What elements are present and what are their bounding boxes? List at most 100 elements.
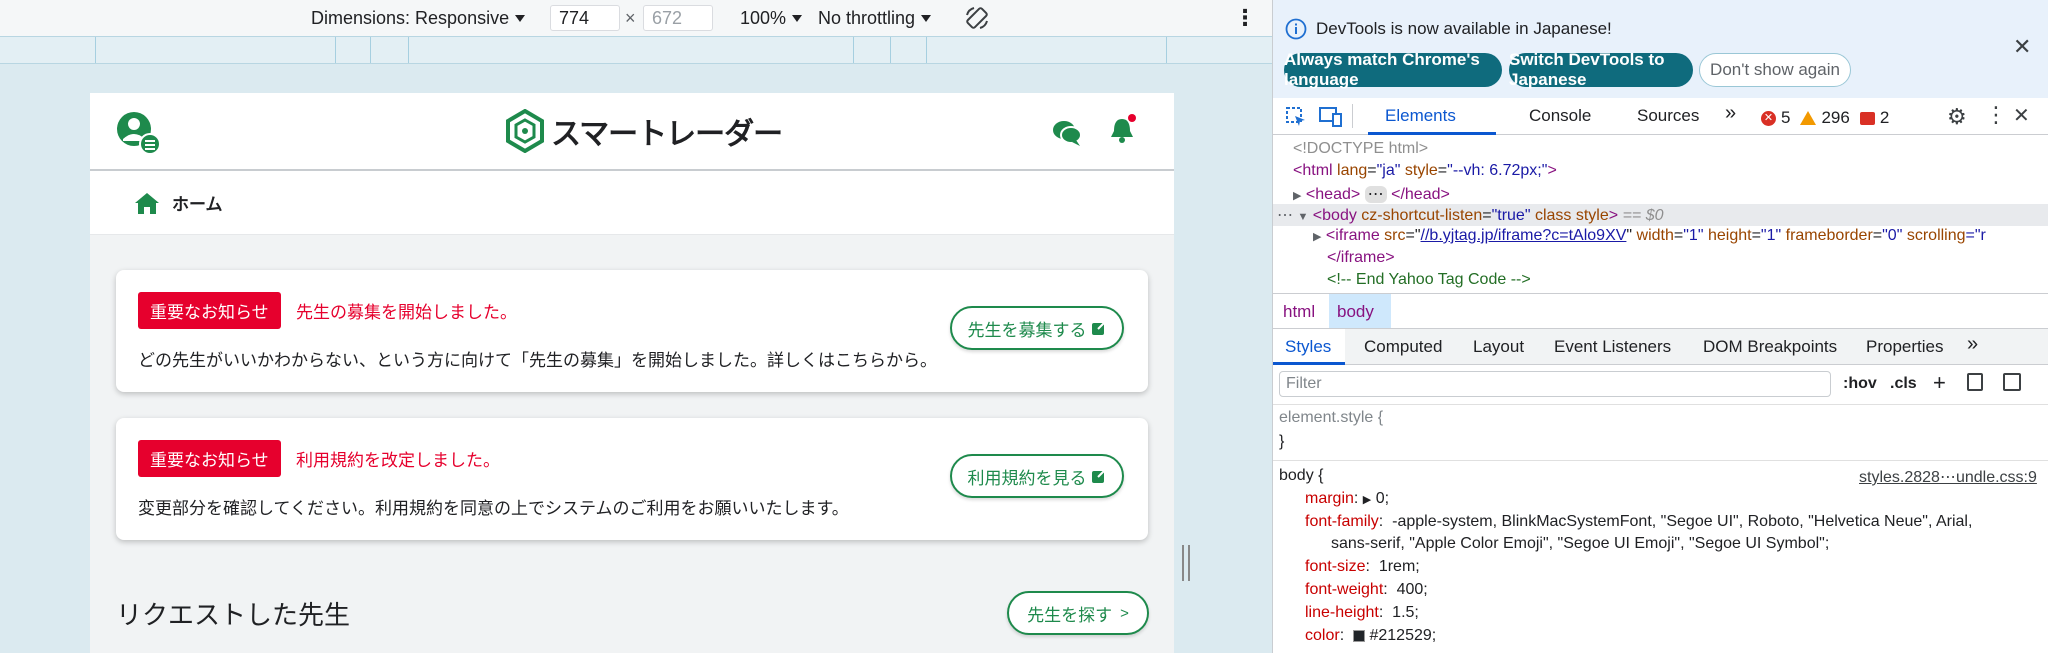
paint-brush-icon[interactable]: [1967, 373, 1983, 391]
element-style-rule[interactable]: element.style {: [1279, 409, 1383, 427]
prop-font-size[interactable]: font-size: 1rem;: [1305, 558, 1420, 576]
site-header: スマートレーダー: [90, 93, 1174, 171]
emulated-page: スマートレーダー ホーム 重要なお知らせ 先生の募集を開始しました。 どの先生が…: [90, 93, 1174, 653]
close-icon[interactable]: ✕: [2013, 34, 2031, 60]
view-terms-button[interactable]: 利用規約を見る: [950, 454, 1124, 498]
match-language-button[interactable]: Always match Chrome's language: [1284, 50, 1502, 89]
resize-handle[interactable]: [1182, 545, 1190, 581]
tab-styles[interactable]: Styles: [1285, 337, 1331, 357]
notice-body: 変更部分を確認してください。利用規約を同意の上でシステムのご利用をお願いいたしま…: [138, 499, 849, 518]
tab-properties[interactable]: Properties: [1866, 337, 1943, 357]
throttling-select[interactable]: No throttling: [818, 6, 932, 30]
more-subtabs-icon[interactable]: »: [1967, 333, 1978, 356]
head-node[interactable]: ▶ <head> ⋯ </head>: [1293, 184, 1450, 204]
body-node[interactable]: ⋯ ▼ <body cz-shortcut-listen="true" clas…: [1277, 205, 1664, 225]
width-input[interactable]: 774: [550, 5, 620, 31]
recruit-teacher-button[interactable]: 先生を募集する: [950, 306, 1124, 350]
tab-sources[interactable]: Sources: [1637, 106, 1699, 126]
language-infobar: DevTools is now available in Japanese! A…: [1273, 0, 2048, 98]
doctype-node[interactable]: <!DOCTYPE html>: [1293, 140, 1428, 158]
zoom-select[interactable]: 100%: [740, 6, 803, 30]
chat-icon[interactable]: [1052, 119, 1082, 147]
device-emulation-area: Dimensions: Responsive 774 × 672 100% No…: [0, 0, 1272, 653]
home-icon[interactable]: [134, 191, 160, 215]
prop-line-height[interactable]: line-height: 1.5;: [1305, 604, 1419, 622]
view-terms-label: 利用規約を見る: [967, 468, 1087, 488]
site-logo[interactable]: スマートレーダー: [505, 109, 783, 153]
devtools-tabs: Elements Console Sources » ✕ 5 296 2 ⚙ ⋮…: [1273, 98, 2048, 135]
more-options-icon[interactable]: ⋮: [1985, 102, 2007, 128]
sidebar-toggle-icon[interactable]: [2003, 373, 2021, 391]
tab-elements[interactable]: Elements: [1385, 106, 1456, 126]
error-icon: ✕: [1761, 110, 1776, 126]
breadcrumb: ホーム: [90, 171, 1174, 235]
find-teacher-label: 先生を探す: [1027, 605, 1113, 625]
tab-console[interactable]: Console: [1529, 106, 1591, 126]
add-rule-icon[interactable]: +: [1933, 370, 1946, 396]
color-swatch[interactable]: [1353, 629, 1366, 642]
logo-text: スマートレーダー: [551, 118, 783, 151]
prop-margin[interactable]: margin: ▶ 0;: [1305, 490, 1389, 508]
throttling-label: No throttling: [818, 7, 916, 28]
tab-layout[interactable]: Layout: [1473, 337, 1524, 357]
device-toggle-icon[interactable]: [1319, 106, 1343, 128]
more-tabs-icon[interactable]: »: [1725, 102, 1736, 125]
dimensions-select[interactable]: Dimensions: Responsive: [311, 6, 526, 30]
comment-node[interactable]: <!-- End Yahoo Tag Code -->: [1327, 271, 1531, 289]
source-link[interactable]: styles.2828⋯undle.css:9: [1859, 467, 2037, 487]
settings-gear-icon[interactable]: ⚙: [1947, 104, 1967, 130]
chevron-right-icon: >: [1120, 604, 1129, 622]
chevron-down-icon: [921, 14, 932, 22]
cls-toggle[interactable]: .cls: [1890, 375, 1917, 393]
warning-count: 296: [1821, 108, 1850, 127]
find-teacher-button[interactable]: 先生を探す >: [1007, 591, 1149, 635]
tab-computed[interactable]: Computed: [1364, 337, 1442, 357]
media-query-ruler: [0, 36, 1272, 64]
styles-pane: element.style { } body { styles.2828⋯und…: [1273, 405, 2048, 653]
styles-subtabs: Styles Computed Layout Event Listeners D…: [1273, 329, 2048, 365]
info-icon: [1285, 18, 1307, 40]
device-toolbar: Dimensions: Responsive 774 × 672 100% No…: [0, 0, 1272, 36]
crumb-body[interactable]: body: [1337, 302, 1374, 322]
dom-breadcrumbs: html body: [1273, 293, 2048, 329]
dont-show-button[interactable]: Don't show again: [1699, 53, 1851, 87]
error-count: 5: [1781, 108, 1791, 127]
issue-counters[interactable]: ✕ 5 296 2: [1761, 108, 1889, 128]
inspect-element-icon[interactable]: [1285, 106, 1307, 128]
section-title: リクエストした先生: [116, 600, 351, 630]
important-badge: 重要なお知らせ: [138, 292, 281, 329]
close-devtools-icon[interactable]: ✕: [2013, 103, 2030, 128]
breadcrumb-home[interactable]: ホーム: [172, 190, 223, 215]
html-node[interactable]: <html lang="ja" style="--vh: 6.72px;">: [1293, 162, 1557, 180]
rotate-icon[interactable]: [964, 6, 990, 30]
user-menu-icon[interactable]: [116, 111, 164, 159]
tab-dom-breakpoints[interactable]: DOM Breakpoints: [1703, 337, 1837, 357]
iframe-node[interactable]: ▶ <iframe src="//b.yjtag.jp/iframe?c=tAl…: [1313, 227, 1986, 245]
devtools-panel: DevTools is now available in Japanese! A…: [1272, 0, 2048, 653]
expand-arrow-icon: ▶: [1313, 231, 1322, 243]
switch-japanese-button[interactable]: Switch DevTools to Japanese: [1509, 50, 1693, 89]
zoom-label: 100%: [740, 7, 787, 28]
element-style-close: }: [1279, 433, 1285, 450]
external-link-icon: [1091, 469, 1106, 483]
tab-event-listeners[interactable]: Event Listeners: [1554, 337, 1671, 357]
prop-font-family[interactable]: font-family: -apple-system, BlinkMacSyst…: [1305, 513, 1972, 531]
prop-font-weight[interactable]: font-weight: 400;: [1305, 581, 1428, 599]
expand-arrow-icon: ▶: [1293, 190, 1302, 202]
notice-title: 先生の募集を開始しました。: [296, 303, 517, 322]
prop-color[interactable]: color: #212529;: [1305, 627, 1436, 645]
notice-card: 重要なお知らせ 先生の募集を開始しました。 どの先生がいいかわからない、という方…: [116, 270, 1148, 392]
notification-bell-icon[interactable]: [1108, 113, 1138, 147]
iframe-close-node[interactable]: </iframe>: [1327, 249, 1395, 267]
hov-toggle[interactable]: :hov: [1843, 375, 1877, 393]
height-input[interactable]: 672: [643, 5, 713, 31]
more-options-icon[interactable]: ⋮: [1234, 5, 1256, 30]
crumb-html[interactable]: html: [1283, 302, 1315, 322]
dimensions-label: Dimensions: Responsive: [311, 7, 510, 28]
collapse-arrow-icon: ▼: [1297, 211, 1309, 223]
prop-font-family-cont: sans-serif, "Apple Color Emoji", "Segoe …: [1331, 535, 1830, 552]
filter-input[interactable]: Filter: [1279, 371, 1831, 397]
issue-count: 2: [1879, 108, 1890, 127]
body-rule-selector[interactable]: body {: [1279, 467, 1323, 485]
logo-hexagon-icon: [506, 109, 544, 153]
